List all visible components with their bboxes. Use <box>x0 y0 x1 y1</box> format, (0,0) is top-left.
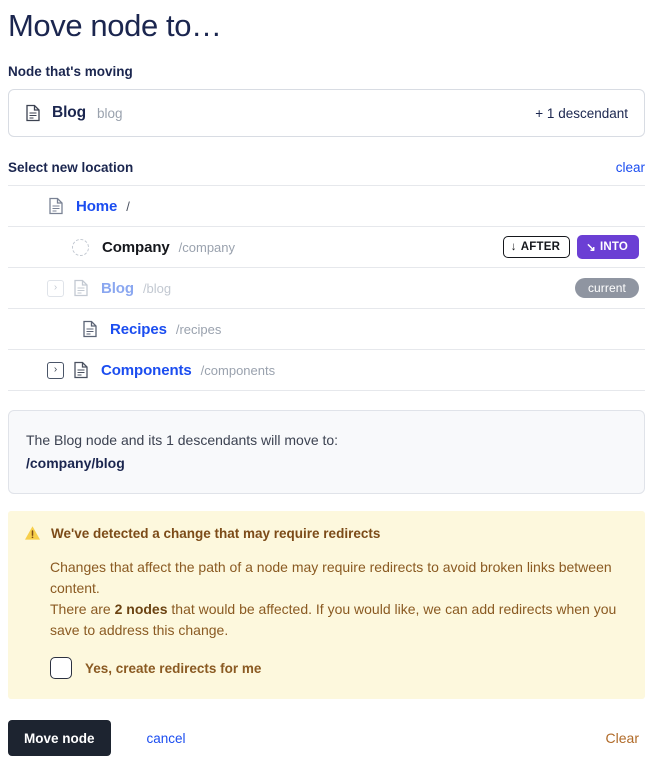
page-title: Move node to… <box>8 8 222 43</box>
warning-triangle-icon <box>24 525 41 541</box>
moving-node-name: Blog <box>52 104 87 121</box>
warning-paragraph-1: Changes that affect the path of a node m… <box>50 559 612 596</box>
tree-node-path: / <box>126 198 130 214</box>
status-badge: current <box>574 278 639 298</box>
tree-node-name[interactable]: Home <box>76 198 117 215</box>
create-redirects-label[interactable]: Yes, create redirects for me <box>85 661 261 676</box>
document-icon <box>73 361 89 379</box>
warning-header: We've detected a change that may require… <box>24 525 629 541</box>
redirect-warning-box: We've detected a change that may require… <box>8 511 645 699</box>
tree-node-path: /components <box>200 362 276 378</box>
warning-title: We've detected a change that may require… <box>51 525 381 541</box>
move-summary-box: The Blog node and its 1 descendants will… <box>8 410 645 494</box>
warning-body: Changes that affect the path of a node m… <box>50 557 629 641</box>
location-section-header: Select new location clear <box>8 159 645 177</box>
move-target-path: /company/blog <box>26 455 125 471</box>
tree-node-name: Blog <box>101 279 134 297</box>
select-location-label: Select new location <box>8 160 134 175</box>
move-into-button[interactable]: ↘ INTO <box>577 235 639 259</box>
row-actions: ↓ AFTER ↘ INTO <box>502 235 639 259</box>
document-icon <box>48 197 64 215</box>
move-after-button[interactable]: ↓ AFTER <box>502 236 571 258</box>
warning-sentence-prefix: There are <box>50 601 115 617</box>
move-node-dialog: Move node to… Node that's moving Blog bl… <box>0 0 653 773</box>
document-icon <box>73 279 89 297</box>
table-row[interactable]: Recipes /recipes <box>8 309 645 350</box>
expand-toggle-icon[interactable]: › <box>47 361 64 379</box>
moving-node-label: Node that's moving <box>8 64 133 79</box>
moving-node-slug: blog <box>97 105 123 121</box>
node-tree: Home / Company /company ↓ AFTER ↘ INTO ›… <box>8 185 645 391</box>
expand-toggle-icon[interactable]: › <box>47 279 64 297</box>
tree-node-name[interactable]: Recipes <box>110 321 167 338</box>
clear-selection-link[interactable]: clear <box>616 160 645 175</box>
moving-node-section-header: Node that's moving <box>8 63 645 81</box>
tree-node-name[interactable]: Company <box>102 239 170 256</box>
document-icon <box>25 104 41 122</box>
dialog-footer: Move node cancel Clear <box>8 719 645 757</box>
table-row[interactable]: Company /company ↓ AFTER ↘ INTO <box>8 227 645 268</box>
row-actions: current <box>574 278 639 298</box>
table-row[interactable]: Home / <box>8 186 645 227</box>
cancel-button[interactable]: cancel <box>141 730 192 747</box>
document-icon <box>82 320 98 338</box>
descendant-count: + 1 descendant <box>535 105 628 121</box>
create-redirects-row[interactable]: Yes, create redirects for me <box>50 657 629 679</box>
arrow-down-right-icon: ↘ <box>586 242 596 254</box>
clear-button[interactable]: Clear <box>600 729 645 747</box>
tree-node-path: /company <box>178 239 236 255</box>
drop-placeholder-icon <box>72 238 89 256</box>
move-into-label: INTO <box>599 241 628 253</box>
affected-node-count: 2 nodes <box>114 601 168 617</box>
move-node-button[interactable]: Move node <box>8 720 111 756</box>
table-row: › Blog /blog current <box>8 268 645 309</box>
move-summary-text: The Blog node and its 1 descendants will… <box>26 432 339 448</box>
move-after-label: AFTER <box>520 241 561 253</box>
tree-node-path: /recipes <box>175 321 222 337</box>
tree-node-name[interactable]: Components <box>101 362 192 379</box>
create-redirects-checkbox[interactable] <box>50 657 72 679</box>
table-row[interactable]: › Components /components <box>8 350 645 391</box>
tree-node-path: /blog <box>142 280 172 296</box>
moving-node-panel: Blog blog + 1 descendant <box>8 89 645 137</box>
arrow-down-icon: ↓ <box>510 241 517 253</box>
